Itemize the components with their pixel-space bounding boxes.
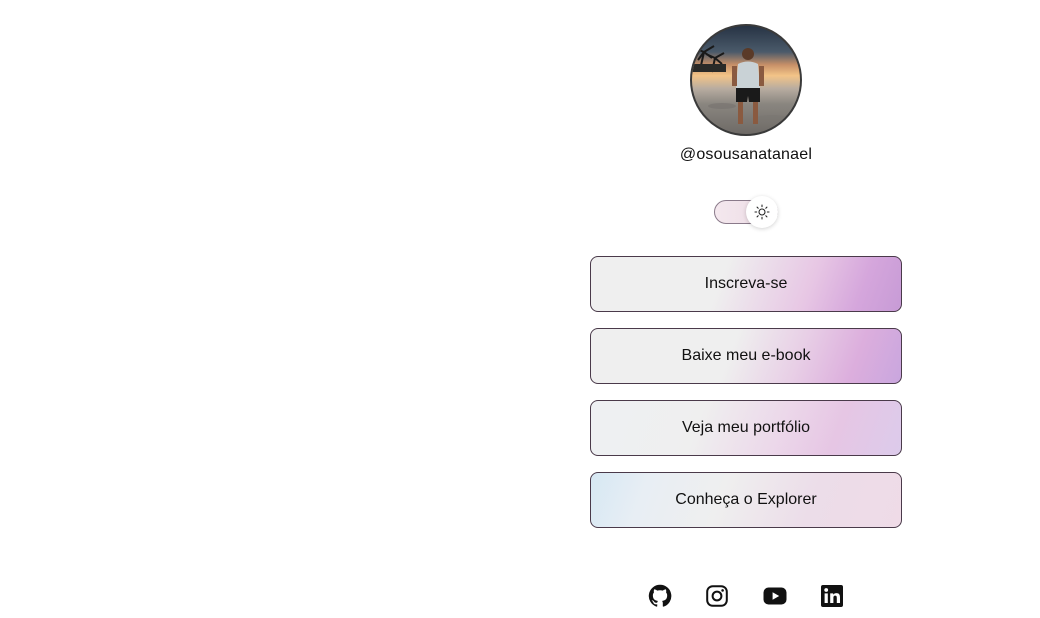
instagram-link[interactable] [705,584,729,608]
github-link[interactable] [648,584,672,608]
linkedin-link[interactable] [820,584,844,608]
sun-icon [754,204,770,220]
username: @osousanatanael [679,146,813,163]
page-container: @osousanatanael Inscreva-se Baixe meu e-… [590,0,902,618]
profile: @osousanatanael [590,24,902,164]
links-list: Inscreva-se Baixe meu e-book Veja meu po… [590,256,902,544]
youtube-link[interactable] [763,584,787,608]
theme-switch[interactable] [714,196,778,228]
avatar [690,24,802,136]
subscribe-button[interactable]: Inscreva-se [590,256,902,312]
youtube-icon [763,587,787,605]
portfolio-button[interactable]: Veja meu portfólio [590,400,902,456]
explorer-button[interactable]: Conheça o Explorer [590,472,902,528]
linkedin-icon [820,585,843,607]
avatar-photo [692,45,788,124]
ebook-button[interactable]: Baixe meu e-book [590,328,902,384]
theme-switch-knob[interactable] [746,196,778,228]
social-links [648,584,844,608]
instagram-icon [706,585,729,607]
github-icon [648,584,672,607]
